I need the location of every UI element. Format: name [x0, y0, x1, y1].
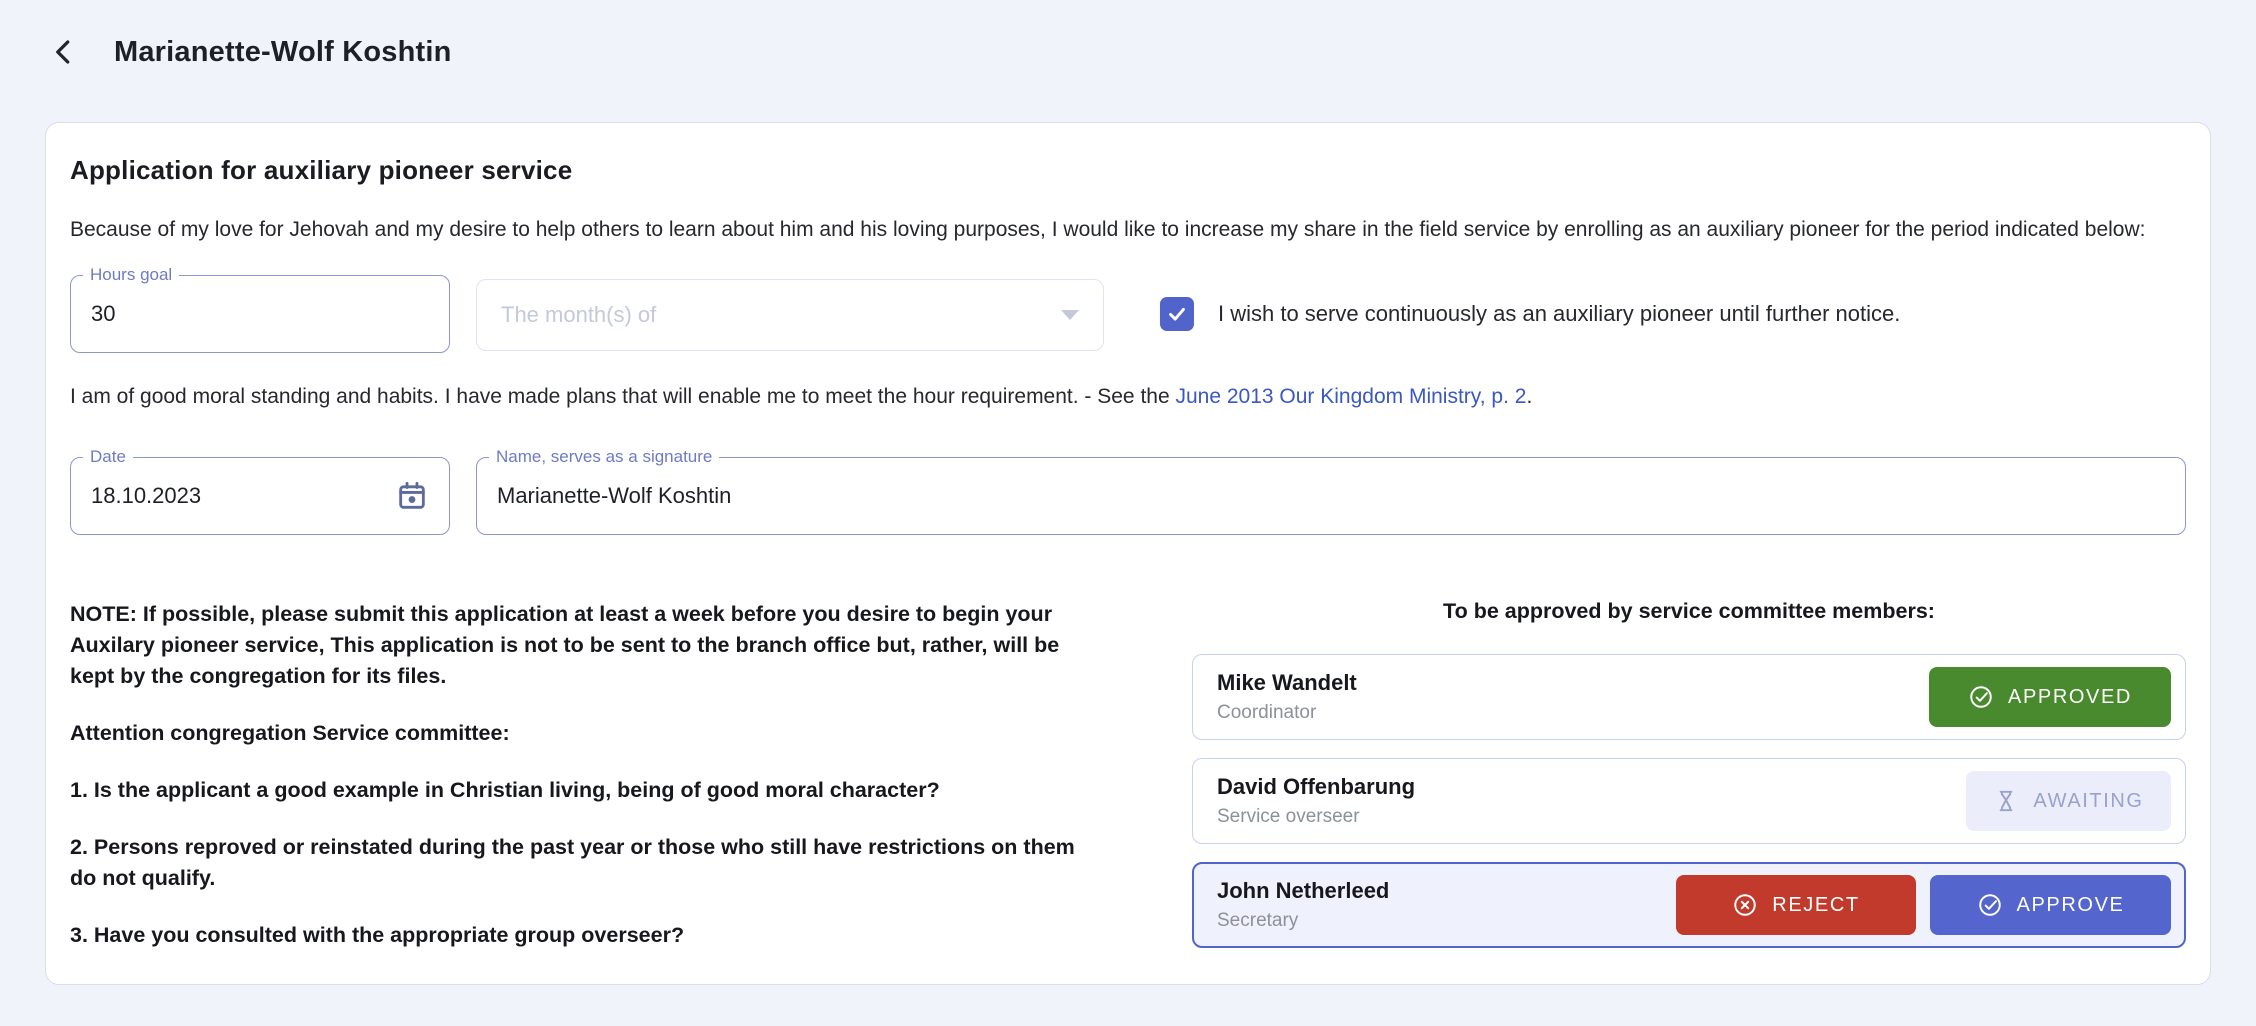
bottom-section: NOTE: If possible, please submit this ap…	[70, 599, 2186, 966]
member-card-coordinator: Mike Wandelt Coordinator APPROVED	[1192, 654, 2186, 740]
note-text: NOTE: If possible, please submit this ap…	[70, 599, 1082, 692]
awaiting-badge: AWAITING	[1966, 771, 2171, 831]
form-title: Application for auxiliary pioneer servic…	[70, 155, 2186, 186]
signature-row: Date Name, serves as a signature	[70, 457, 2186, 535]
moral-text: I am of good moral standing and habits. …	[70, 385, 1175, 408]
member-role: Coordinator	[1217, 702, 1357, 724]
check-circle-icon	[1968, 684, 1994, 710]
x-circle-icon	[1732, 892, 1758, 918]
approve-button[interactable]: APPROVE	[1930, 875, 2171, 935]
intro-text: Because of my love for Jehovah and my de…	[70, 214, 2180, 245]
question-3: 3. Have you consulted with the appropria…	[70, 920, 1082, 951]
member-name: Mike Wandelt	[1217, 670, 1357, 696]
continuous-checkbox-label: I wish to serve continuously as an auxil…	[1218, 301, 1900, 327]
member-name: David Offenbarung	[1217, 774, 1415, 800]
question-2: 2. Persons reproved or reinstated during…	[70, 832, 1082, 894]
moral-text-suffix: .	[1526, 385, 1532, 408]
hours-goal-field[interactable]: Hours goal	[70, 275, 450, 353]
approved-badge: APPROVED	[1929, 667, 2171, 727]
attention-text: Attention congregation Service committee…	[70, 718, 1082, 749]
checkbox-checked-icon[interactable]	[1160, 297, 1194, 331]
question-1: 1. Is the applicant a good example in Ch…	[70, 775, 1082, 806]
member-card-secretary: John Netherleed Secretary REJECT	[1192, 862, 2186, 948]
kingdom-ministry-link[interactable]: June 2013 Our Kingdom Ministry, p. 2	[1175, 385, 1526, 408]
member-role: Service overseer	[1217, 806, 1415, 828]
continuous-checkbox-row[interactable]: I wish to serve continuously as an auxil…	[1160, 297, 1900, 331]
moral-statement: I am of good moral standing and habits. …	[70, 385, 2186, 409]
goal-row: Hours goal The month(s) of I wish to ser…	[70, 275, 2186, 353]
member-name: John Netherleed	[1217, 878, 1389, 904]
notes-column: NOTE: If possible, please submit this ap…	[70, 599, 1082, 966]
hours-goal-label: Hours goal	[83, 265, 179, 285]
page: Marianette-Wolf Koshtin Application for …	[0, 0, 2256, 1026]
hourglass-icon	[1993, 788, 2019, 814]
date-field[interactable]: Date	[70, 457, 450, 535]
date-input[interactable]	[71, 458, 395, 534]
chevron-left-icon	[49, 37, 79, 67]
approval-column: To be approved by service committee memb…	[1192, 599, 2186, 966]
months-select[interactable]: The month(s) of	[476, 279, 1104, 351]
signature-field[interactable]: Name, serves as a signature	[476, 457, 2186, 535]
back-button[interactable]	[42, 30, 86, 74]
header: Marianette-Wolf Koshtin	[0, 0, 2256, 74]
reject-button[interactable]: REJECT	[1676, 875, 1916, 935]
date-label: Date	[83, 447, 133, 467]
months-placeholder: The month(s) of	[501, 302, 656, 328]
member-card-service-overseer: David Offenbarung Service overseer AWAIT…	[1192, 758, 2186, 844]
check-circle-icon	[1977, 892, 2003, 918]
approval-heading: To be approved by service committee memb…	[1192, 599, 2186, 624]
calendar-icon[interactable]	[395, 479, 449, 513]
application-card: Application for auxiliary pioneer servic…	[45, 122, 2211, 985]
signature-label: Name, serves as a signature	[489, 447, 719, 467]
hours-goal-input[interactable]	[71, 276, 449, 352]
signature-input[interactable]	[477, 458, 2185, 534]
page-title: Marianette-Wolf Koshtin	[114, 36, 452, 69]
member-role: Secretary	[1217, 910, 1389, 932]
chevron-down-icon	[1061, 310, 1079, 320]
